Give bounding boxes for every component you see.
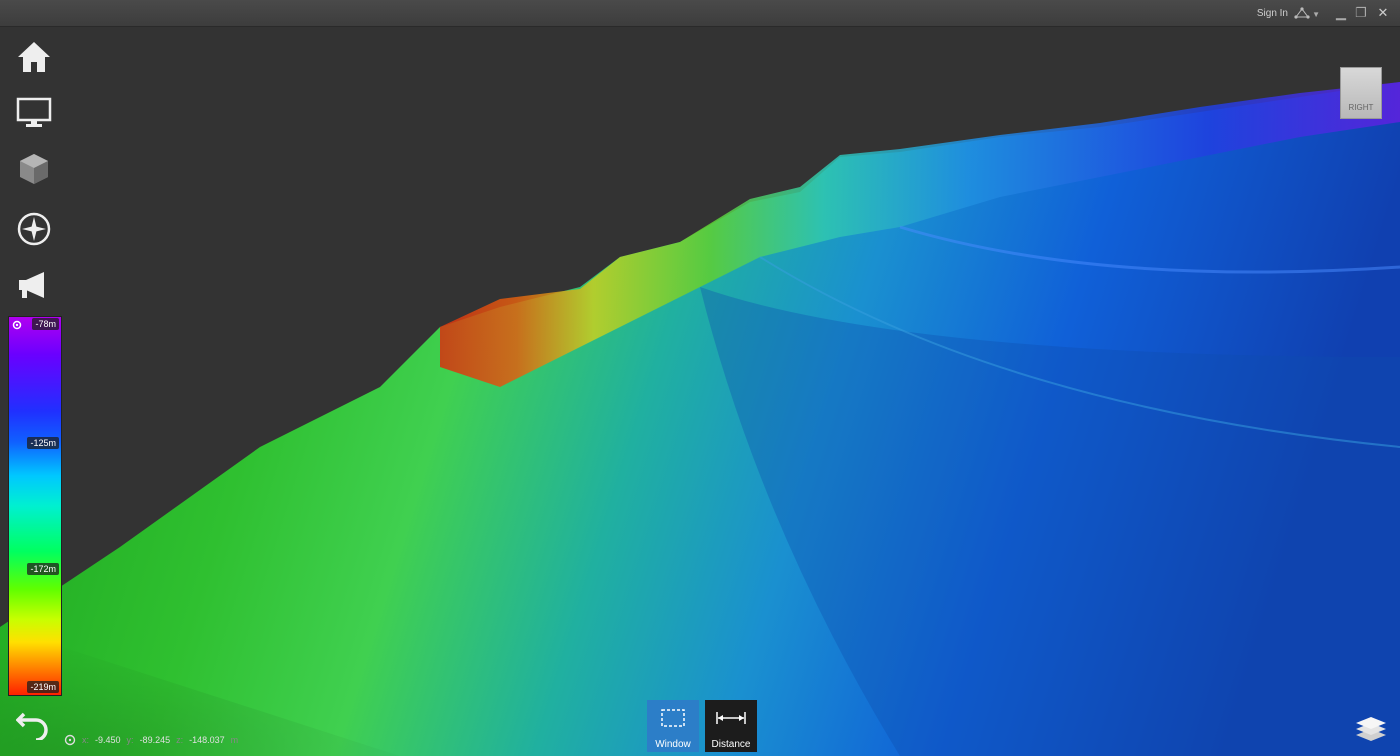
z-value: -148.037 [189,735,225,745]
sign-in-link[interactable]: Sign In [1257,8,1288,19]
x-value: -9.450 [95,735,121,745]
distance-label: Distance [711,739,751,750]
scale-label-3: -172m [27,563,59,575]
layers-icon[interactable] [1354,711,1388,743]
3d-viewport[interactable]: -78m -125m -172m -219m RIGHT [0,27,1400,756]
megaphone-icon[interactable] [14,265,54,305]
scale-label-max: -78m [32,318,59,330]
y-value: -89.245 [139,735,171,745]
window-select-button[interactable]: Window [647,700,699,752]
target-icon [64,734,76,746]
cube-icon[interactable] [14,149,54,189]
compass-icon[interactable] [14,209,54,249]
x-label: x: [82,735,90,745]
navigation-cube[interactable]: RIGHT [1340,67,1382,119]
elevation-color-scale: -78m -125m -172m -219m [8,316,62,696]
navcube-face-label: RIGHT [1348,103,1374,112]
unit-label: m [230,735,239,745]
restore-icon[interactable]: ❐ [1354,6,1368,20]
y-label: y: [126,735,134,745]
close-icon[interactable]: ✕ [1376,6,1390,20]
minimize-icon[interactable]: ▁ [1334,6,1348,20]
selection-rectangle-icon [661,709,685,727]
distance-measure-button[interactable]: Distance [705,700,757,752]
undo-icon[interactable] [14,703,54,743]
window-label: Window [655,739,691,750]
monitor-icon[interactable] [14,93,54,133]
gear-icon[interactable] [11,319,23,331]
scale-label-min: -219m [27,681,59,693]
z-label: z: [176,735,184,745]
title-bar: Sign In ▼ ▁ ❐ ✕ [0,0,1400,27]
dropdown-arrow-icon[interactable]: ▼ [1312,10,1320,19]
coordinate-readout: x: -9.450 y: -89.245 z: -148.037 m [64,734,238,746]
scale-label-2: -125m [27,437,59,449]
terrain-point-cloud [0,82,1400,756]
network-icon[interactable] [1294,7,1310,19]
measure-distance-icon [716,712,746,724]
home-icon[interactable] [14,37,54,77]
